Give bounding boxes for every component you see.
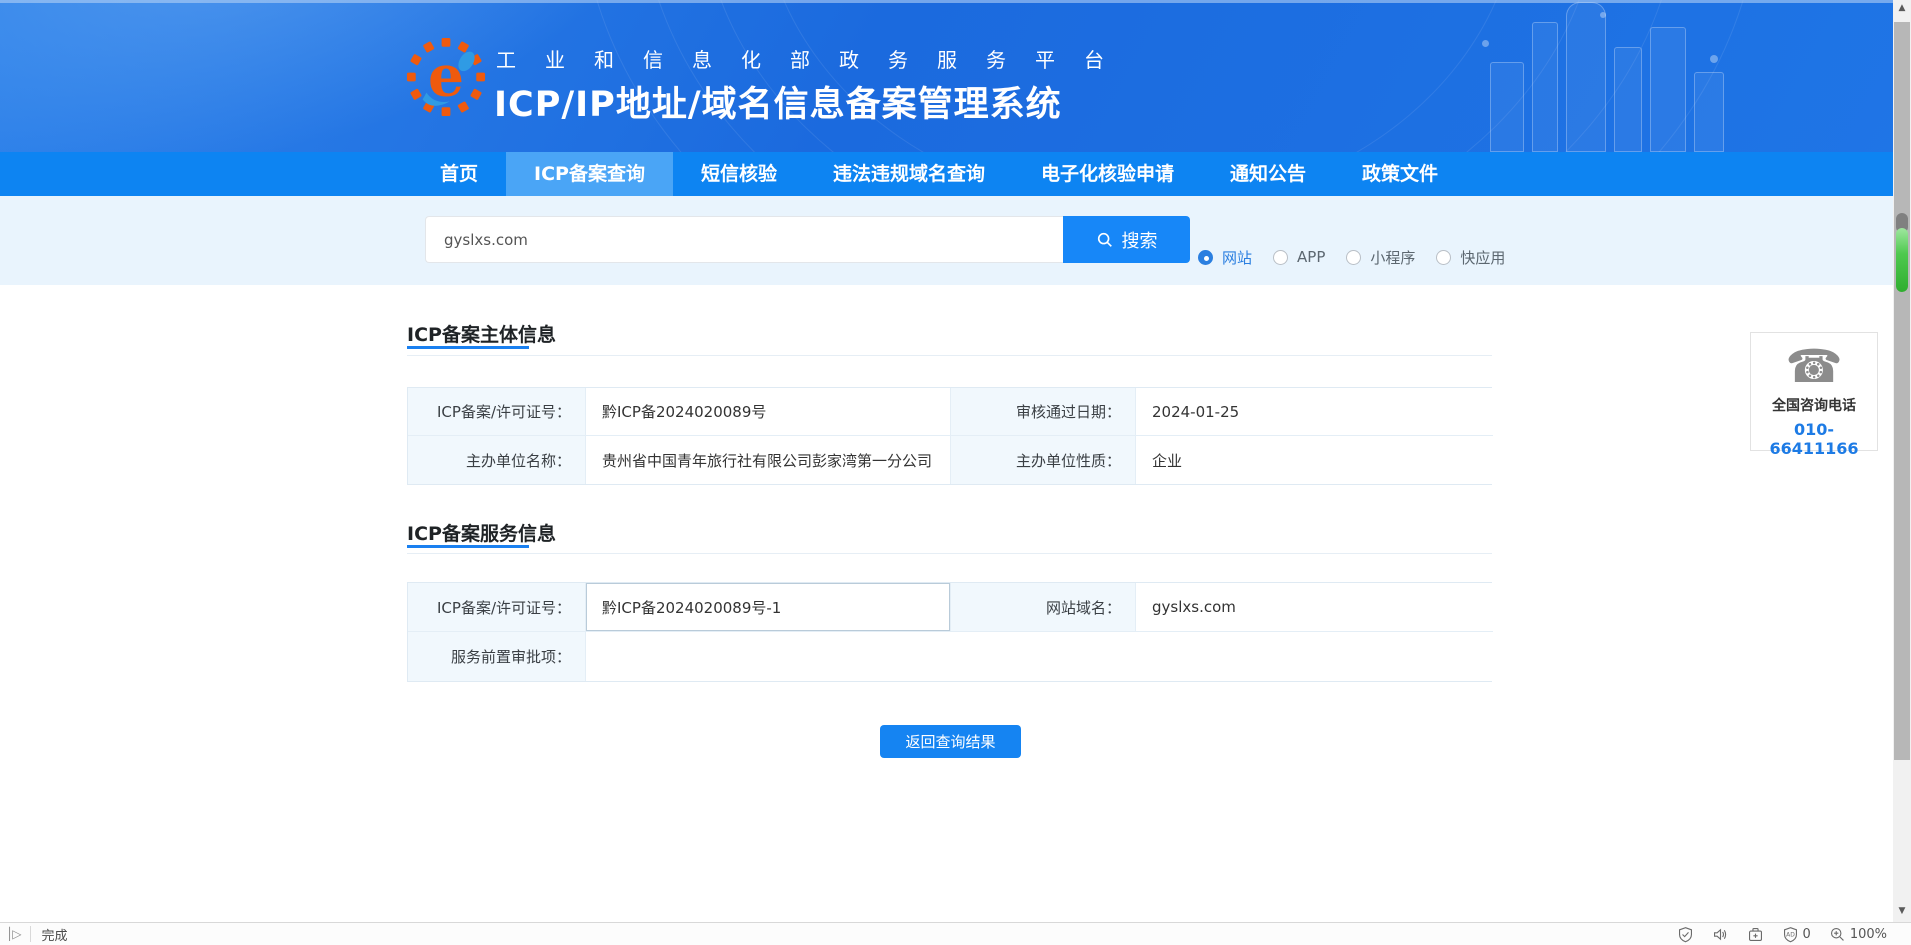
org-nature-value: 企业 bbox=[1136, 436, 1493, 484]
search-input[interactable] bbox=[425, 216, 1063, 263]
zoom-magnifier-icon[interactable] bbox=[1829, 926, 1846, 943]
subject-license-label: ICP备案/许可证号： bbox=[408, 388, 586, 436]
radio-miniprogram[interactable] bbox=[1346, 249, 1362, 265]
radio-quickapp[interactable] bbox=[1436, 249, 1452, 265]
national-hotline-card: ☎ 全国咨询电话 010-66411166 bbox=[1750, 332, 1878, 458]
subject-info-table: ICP备案/许可证号： 黔ICP备2024020089号 审核通过日期： 202… bbox=[407, 387, 1493, 485]
org-name-label: 主办单位名称： bbox=[408, 436, 586, 484]
service-info-table: ICP备案/许可证号： 黔ICP备2024020089号-1 网站域名： gys… bbox=[407, 582, 1493, 682]
service-license-label: ICP备案/许可证号： bbox=[408, 583, 586, 632]
subject-section-divider bbox=[407, 355, 1492, 356]
ad-blocker-shield-icon[interactable]: AD bbox=[1782, 926, 1799, 943]
domain-value: gyslxs.com bbox=[1136, 583, 1493, 632]
svg-text:AD: AD bbox=[1786, 931, 1795, 938]
service-section-title: ICP备案服务信息 bbox=[407, 523, 556, 545]
radio-website[interactable] bbox=[1198, 249, 1213, 265]
main-navigation: 首页 ICP备案查询 短信核验 违法违规域名查询 电子化核验申请 通知公告 政策… bbox=[0, 152, 1911, 196]
telephone-icon: ☎ bbox=[1785, 339, 1843, 393]
nav-item-sms-verify[interactable]: 短信核验 bbox=[673, 152, 805, 196]
browser-status-bar: │▷ 完成 AD 0 100% bbox=[0, 922, 1911, 945]
radio-app-label[interactable]: APP bbox=[1297, 248, 1325, 266]
pre-approval-label: 服务前置审批项： bbox=[408, 632, 586, 681]
pre-approval-value bbox=[586, 632, 1493, 681]
vertical-scrollbar[interactable]: ▲ ▼ bbox=[1893, 0, 1911, 922]
nav-item-icp-query[interactable]: ICP备案查询 bbox=[506, 152, 673, 196]
nav-item-illegal-domain-query[interactable]: 违法违规域名查询 bbox=[805, 152, 1013, 196]
hotline-number: 010-66411166 bbox=[1769, 420, 1859, 458]
scrollbar-up-arrow-icon[interactable]: ▲ bbox=[1893, 0, 1911, 17]
status-play-icon: │▷ bbox=[6, 927, 21, 941]
service-license-value: 黔ICP备2024020089号-1 bbox=[586, 583, 951, 632]
radio-website-label[interactable]: 网站 bbox=[1222, 247, 1252, 268]
nav-item-e-verify-apply[interactable]: 电子化核验申请 bbox=[1013, 152, 1202, 196]
scroll-position-indicator bbox=[1896, 228, 1908, 292]
nav-item-notices[interactable]: 通知公告 bbox=[1202, 152, 1334, 196]
service-section-divider bbox=[407, 553, 1492, 554]
hotline-title: 全国咨询电话 bbox=[1772, 398, 1856, 414]
search-button[interactable]: 搜索 bbox=[1063, 216, 1190, 263]
miit-gear-e-logo: e bbox=[406, 37, 486, 117]
subject-title-underline bbox=[407, 346, 529, 349]
nav-item-home[interactable]: 首页 bbox=[412, 152, 506, 196]
radio-miniprogram-label[interactable]: 小程序 bbox=[1370, 247, 1415, 268]
site-title: ICP/IP地址/域名信息备案管理系统 bbox=[494, 85, 1062, 125]
security-shield-check-icon[interactable] bbox=[1677, 926, 1694, 943]
header-top-highlight bbox=[0, 0, 1911, 3]
zoom-level: 100% bbox=[1849, 926, 1887, 942]
search-button-label: 搜索 bbox=[1121, 230, 1158, 252]
audit-date-label: 审核通过日期： bbox=[951, 388, 1136, 436]
subject-section-title: ICP备案主体信息 bbox=[407, 324, 556, 346]
platform-subtitle: 工业和信息化部政务服务平台 bbox=[496, 48, 1133, 72]
service-title-underline bbox=[407, 545, 529, 548]
page-header: e 工业和信息化部政务服务平台 ICP/IP地址/域名信息备案管理系统 bbox=[0, 0, 1911, 152]
ad-block-count: 0 bbox=[1802, 926, 1811, 942]
city-skyline-decoration bbox=[1480, 0, 1740, 152]
status-divider bbox=[30, 926, 32, 942]
scrollbar-thumb[interactable] bbox=[1894, 22, 1910, 760]
radio-app[interactable] bbox=[1273, 249, 1289, 265]
org-nature-label: 主办单位性质： bbox=[951, 436, 1136, 484]
audit-date-value: 2024-01-25 bbox=[1136, 388, 1493, 436]
medical-kit-icon[interactable] bbox=[1747, 926, 1764, 943]
status-text: 完成 bbox=[41, 928, 68, 944]
search-icon bbox=[1097, 232, 1112, 247]
search-type-radio-group: 网站 APP 小程序 快应用 bbox=[1198, 247, 1517, 267]
domain-label: 网站域名： bbox=[951, 583, 1136, 632]
nav-item-policy-files[interactable]: 政策文件 bbox=[1334, 152, 1466, 196]
back-to-results-button[interactable]: 返回查询结果 bbox=[880, 725, 1021, 758]
radio-quickapp-label[interactable]: 快应用 bbox=[1460, 247, 1505, 268]
scrollbar-down-arrow-icon[interactable]: ▼ bbox=[1893, 903, 1911, 920]
org-name-value: 贵州省中国青年旅行社有限公司彭家湾第一分公司 bbox=[586, 436, 951, 484]
speaker-icon[interactable] bbox=[1712, 926, 1729, 943]
subject-license-value: 黔ICP备2024020089号 bbox=[586, 388, 951, 436]
